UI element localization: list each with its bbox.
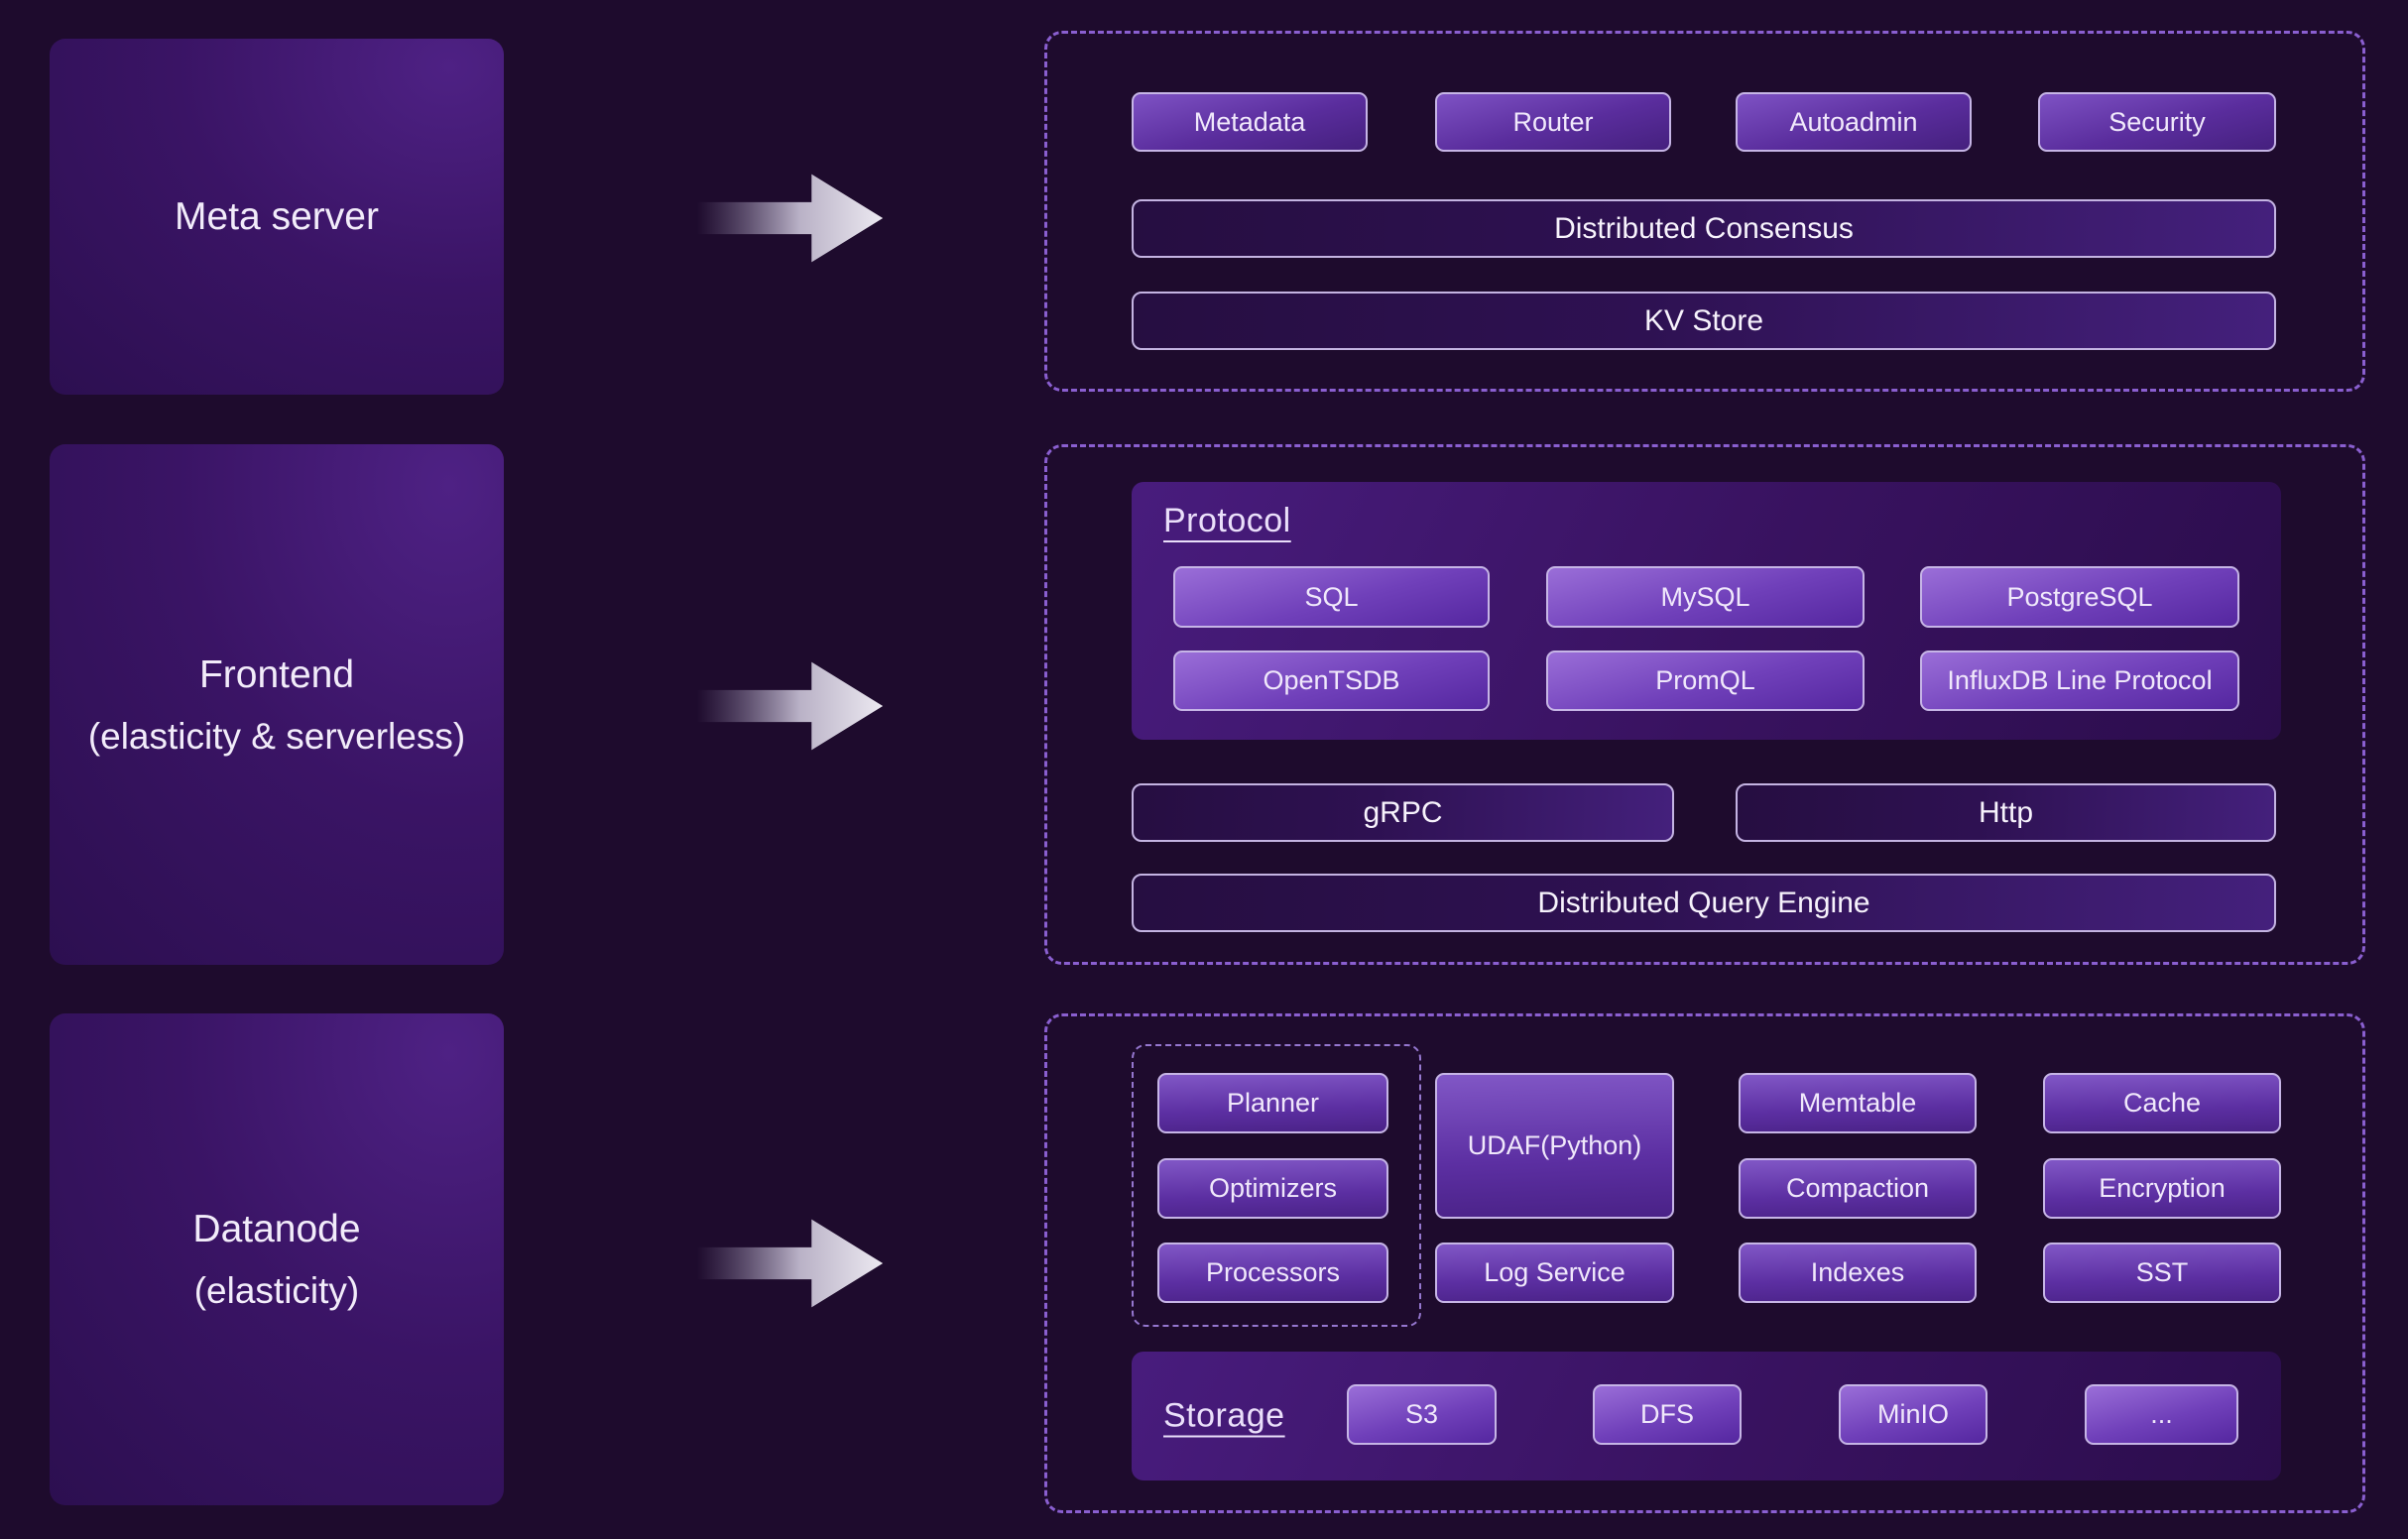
chip-sst: SST	[2043, 1243, 2281, 1303]
chip-promql: PromQL	[1546, 651, 1865, 711]
chip-memtable: Memtable	[1739, 1073, 1977, 1133]
bar-distributed-consensus: Distributed Consensus	[1132, 199, 2276, 258]
flow-arrow-icon	[694, 654, 888, 758]
chip-sql: SQL	[1173, 566, 1490, 628]
flow-arrow-icon	[694, 1212, 888, 1315]
frontend-box: Frontend (elasticity & serverless)	[50, 444, 504, 965]
chip-s3: S3	[1347, 1384, 1497, 1445]
architecture-diagram: Meta server Frontend (elasticity & serve…	[0, 0, 2408, 1539]
meta-server-box: Meta server	[50, 39, 504, 395]
datanode-box: Datanode (elasticity)	[50, 1013, 504, 1505]
chip-planner: Planner	[1157, 1073, 1388, 1133]
protocol-panel: Protocol SQL MySQL PostgreSQL OpenTSDB P…	[1132, 482, 2281, 740]
chip-dfs: DFS	[1593, 1384, 1742, 1445]
datanode-title: Datanode	[192, 1210, 360, 1248]
chip-processors: Processors	[1157, 1243, 1388, 1303]
chip-metadata: Metadata	[1132, 92, 1368, 152]
protocol-label: Protocol	[1163, 502, 1291, 540]
bar-distributed-query-engine: Distributed Query Engine	[1132, 874, 2276, 932]
chip-security: Security	[2038, 92, 2276, 152]
chip-indexes: Indexes	[1739, 1243, 1977, 1303]
chip-log-service: Log Service	[1435, 1243, 1674, 1303]
chip-postgresql: PostgreSQL	[1920, 566, 2239, 628]
meta-server-section: Metadata Router Autoadmin Security Distr…	[1044, 31, 2365, 392]
chip-minio: MinIO	[1839, 1384, 1987, 1445]
chip-influxdb-line-protocol: InfluxDB Line Protocol	[1920, 651, 2239, 711]
frontend-subtitle: (elasticity & serverless)	[88, 718, 465, 755]
bar-http: Http	[1736, 783, 2276, 842]
chip-more: ...	[2085, 1384, 2238, 1445]
flow-arrow-icon	[694, 167, 888, 270]
frontend-section: Protocol SQL MySQL PostgreSQL OpenTSDB P…	[1044, 444, 2365, 965]
storage-label: Storage	[1163, 1397, 1285, 1436]
datanode-subtitle: (elasticity)	[194, 1272, 360, 1309]
frontend-title: Frontend	[199, 655, 354, 694]
bar-kv-store: KV Store	[1132, 292, 2276, 350]
chip-mysql: MySQL	[1546, 566, 1865, 628]
chip-router: Router	[1435, 92, 1671, 152]
datanode-section: Planner Optimizers Processors UDAF(Pytho…	[1044, 1013, 2365, 1513]
chip-opentsdb: OpenTSDB	[1173, 651, 1490, 711]
chip-compaction: Compaction	[1739, 1158, 1977, 1219]
chip-encryption: Encryption	[2043, 1158, 2281, 1219]
meta-server-title: Meta server	[175, 197, 379, 236]
chip-cache: Cache	[2043, 1073, 2281, 1133]
storage-panel: Storage S3 DFS MinIO ...	[1132, 1352, 2281, 1480]
chip-udaf-python: UDAF(Python)	[1435, 1073, 1674, 1219]
chip-autoadmin: Autoadmin	[1736, 92, 1972, 152]
bar-grpc: gRPC	[1132, 783, 1674, 842]
chip-optimizers: Optimizers	[1157, 1158, 1388, 1219]
